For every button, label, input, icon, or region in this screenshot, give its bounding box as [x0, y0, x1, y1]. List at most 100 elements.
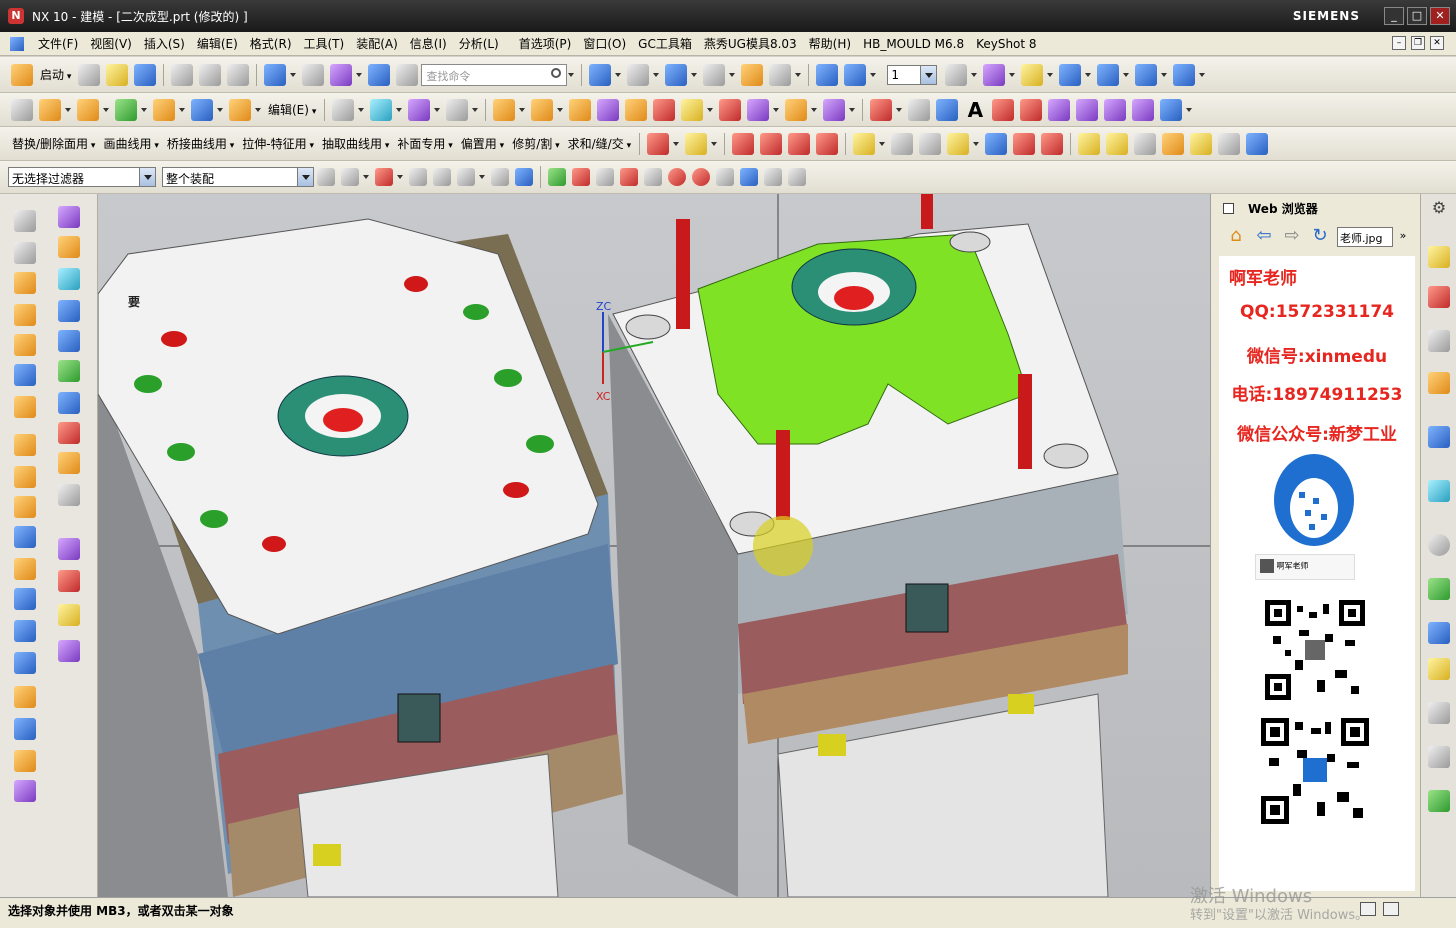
start-icon[interactable] — [11, 63, 33, 86]
refresh-icon[interactable]: ↻ — [1309, 226, 1331, 248]
menu-gc-toolkit[interactable]: GC工具箱 — [632, 35, 698, 52]
layer-settings-icon[interactable] — [945, 63, 968, 86]
cut-face-icon[interactable] — [785, 98, 808, 121]
make-coaxial-icon[interactable] — [719, 98, 742, 121]
snap-enable-icon[interactable] — [548, 168, 566, 186]
datum-dropdown[interactable] — [140, 99, 148, 121]
measure-icon[interactable] — [1021, 63, 1044, 86]
bridge-curve-icon[interactable] — [1020, 98, 1043, 121]
layer-dropdown-arrow[interactable] — [920, 65, 937, 84]
revolve-icon[interactable] — [77, 98, 99, 121]
select-tool-icon[interactable] — [330, 63, 353, 86]
snap-point-on-face-icon[interactable] — [764, 168, 782, 186]
curve-rule-dropdown[interactable] — [362, 166, 370, 188]
orient-view-dropdown[interactable] — [652, 64, 660, 86]
resource-tool-5-icon[interactable] — [14, 272, 36, 294]
offset-menu[interactable]: 偏置用 — [457, 135, 508, 152]
sync-pull-face-icon[interactable] — [531, 98, 554, 121]
wcs-icon[interactable] — [741, 63, 764, 86]
start-menu-button[interactable]: 启动 — [36, 66, 75, 83]
menu-tools[interactable]: 工具(T) — [298, 35, 351, 52]
make-coplanar-dropdown[interactable] — [706, 99, 714, 121]
graphics-viewport[interactable]: 要 ZC XC — [98, 194, 1210, 897]
resource-tool-27-icon[interactable] — [14, 620, 36, 642]
unite-sew-intersect-menu[interactable]: 求和/缝/交 — [564, 135, 635, 152]
menu-file[interactable]: 文件(F) — [32, 35, 84, 52]
clock-icon[interactable] — [1428, 534, 1450, 556]
select-box-dropdown[interactable] — [478, 166, 486, 188]
draw-curve-menu[interactable]: 画曲线用 — [99, 135, 162, 152]
unite-icon[interactable] — [191, 98, 213, 121]
resource-tool-15-icon[interactable] — [14, 434, 36, 456]
resource-tool-9-icon[interactable] — [14, 334, 36, 356]
dock-tool-2-icon[interactable] — [1428, 286, 1450, 308]
address-field[interactable]: 老师.jpg — [1337, 227, 1393, 247]
trim-split-menu[interactable]: 修剪/割 — [508, 135, 563, 152]
shell-dropdown[interactable] — [254, 99, 262, 121]
replace-face-icon[interactable] — [597, 98, 620, 121]
offset-curve-icon[interactable] — [992, 98, 1015, 121]
resource-tool-32-icon[interactable] — [14, 750, 36, 772]
dock-tool-4-icon[interactable] — [1428, 372, 1450, 394]
curve-tool-3-icon[interactable] — [788, 132, 811, 155]
edit-feature-icon[interactable] — [368, 63, 391, 86]
new-file-icon[interactable] — [78, 63, 101, 86]
dock-tool-10-icon[interactable] — [1428, 702, 1450, 724]
block-dropdown[interactable] — [178, 99, 186, 121]
fit-view-dropdown[interactable] — [614, 64, 622, 86]
resource-tool-1-icon[interactable] — [14, 210, 36, 232]
select-follow-icon[interactable] — [409, 168, 427, 186]
open-folder-icon[interactable] — [106, 63, 129, 86]
resource-tool-2-icon[interactable] — [58, 206, 80, 228]
resource-tool-12-icon[interactable] — [58, 360, 80, 382]
move-to-layer-icon[interactable] — [983, 63, 1006, 86]
menu-preferences[interactable]: 首选项(P) — [513, 35, 578, 52]
dock-tool-1-icon[interactable] — [1428, 246, 1450, 268]
undo-dropdown[interactable] — [289, 64, 297, 86]
snap-control-point-icon[interactable] — [620, 168, 638, 186]
quick-pick-icon[interactable] — [788, 168, 806, 186]
background-dropdown[interactable] — [728, 64, 736, 86]
resource-tool-14-icon[interactable] — [58, 392, 80, 414]
menu-insert[interactable]: 插入(S) — [138, 35, 191, 52]
copy-face-dropdown[interactable] — [772, 99, 780, 121]
menu-help[interactable]: 帮助(H) — [803, 35, 857, 52]
dock-tool-5-icon[interactable] — [1428, 426, 1450, 448]
point-dropdown[interactable] — [672, 133, 680, 155]
search-icon[interactable] — [551, 67, 562, 78]
mold-tool-7-icon[interactable] — [1041, 132, 1064, 155]
back-arrow-icon[interactable]: ⇦ — [1253, 226, 1275, 248]
layer-settings-dropdown[interactable] — [970, 64, 978, 86]
cut-face-dropdown[interactable] — [810, 99, 818, 121]
arc-icon[interactable] — [936, 98, 959, 121]
offset-region-icon[interactable] — [569, 98, 592, 121]
make-coplanar-icon[interactable] — [681, 98, 704, 121]
doc-minimize-button[interactable]: – — [1392, 36, 1406, 50]
more-chevron-icon[interactable]: » — [1399, 226, 1407, 248]
dock-tool-3-icon[interactable] — [1428, 330, 1450, 352]
mold-tool-4-icon[interactable] — [947, 132, 970, 155]
status-button-2[interactable] — [1383, 902, 1399, 916]
resource-tool-6-icon[interactable] — [58, 268, 80, 290]
draft-icon[interactable] — [685, 132, 708, 155]
curve-tool-4-icon[interactable] — [816, 132, 839, 155]
mold-assembly-view[interactable]: 要 ZC XC — [98, 194, 1210, 897]
orient-view-icon[interactable] — [627, 63, 650, 86]
snap-existing-point-icon[interactable] — [716, 168, 734, 186]
selection-filter-arrow[interactable] — [139, 168, 155, 186]
menu-format[interactable]: 格式(R) — [244, 35, 298, 52]
dock-tool-9-icon[interactable] — [1428, 658, 1450, 680]
menu-information[interactable]: 信息(I) — [404, 35, 453, 52]
select-solid-icon[interactable] — [491, 168, 509, 186]
menu-yanxiu-mold[interactable]: 燕秀UG模具8.03 — [698, 35, 803, 52]
layer-select[interactable]: 1 — [887, 64, 938, 85]
replace-delete-face-menu[interactable]: 替换/删除面用 — [8, 135, 99, 152]
select-deselect-icon[interactable] — [433, 168, 451, 186]
command-search-input[interactable]: 查找命令 — [421, 63, 568, 86]
mold-tool-1-icon[interactable] — [853, 132, 876, 155]
point-icon[interactable] — [647, 132, 670, 155]
dock-tool-7-icon[interactable] — [1428, 578, 1450, 600]
resource-tool-3-icon[interactable] — [14, 242, 36, 264]
select-tool-dropdown[interactable] — [355, 64, 363, 86]
mold-tool-5-icon[interactable] — [985, 132, 1008, 155]
